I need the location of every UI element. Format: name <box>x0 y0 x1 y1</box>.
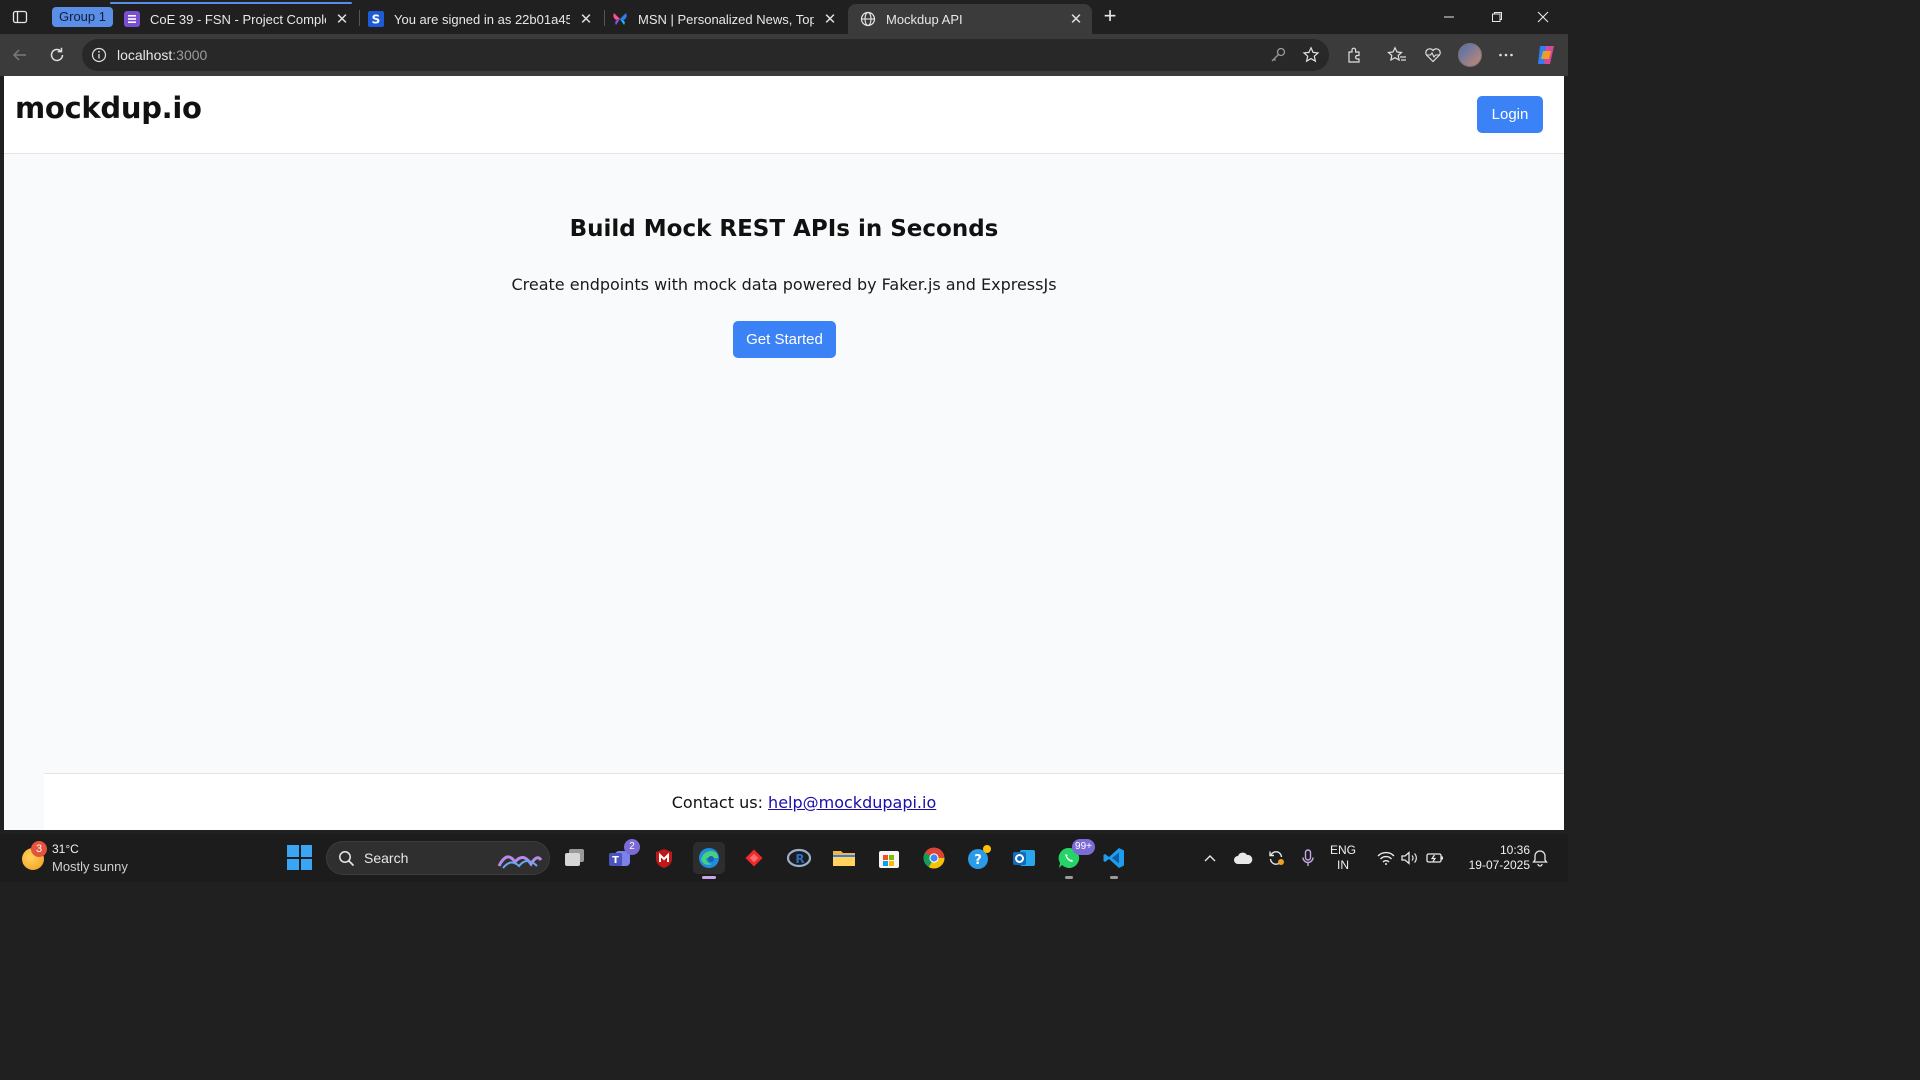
sync-icon[interactable] <box>1266 848 1286 868</box>
close-window-button[interactable] <box>1520 0 1566 34</box>
tab-msn[interactable]: MSN | Personalized News, Top Headlines ✕ <box>600 4 846 34</box>
battery-icon[interactable] <box>1425 848 1445 868</box>
tab-group-label[interactable]: Group 1 <box>52 7 113 27</box>
browser-essentials-icon[interactable] <box>1422 44 1444 66</box>
svg-text:T: T <box>612 855 619 866</box>
chrome-icon[interactable] <box>918 842 950 874</box>
running-indicator <box>1065 876 1073 879</box>
footer-contact-label: Contact us: <box>671 793 769 812</box>
back-button[interactable] <box>7 42 33 68</box>
favorites-icon[interactable] <box>1386 44 1408 66</box>
restore-button[interactable] <box>1474 0 1520 34</box>
extensions-icon[interactable] <box>1344 44 1366 66</box>
wifi-icon[interactable] <box>1376 848 1396 868</box>
minimize-button[interactable] <box>1426 0 1472 34</box>
close-tab-icon[interactable]: ✕ <box>576 9 596 29</box>
more-options-icon[interactable] <box>1495 44 1517 66</box>
running-indicator <box>1110 876 1118 879</box>
edge-browser-icon[interactable] <box>693 842 725 879</box>
tab-coe-project[interactable]: CoE 39 - FSN - Project Completion ✕ <box>112 4 358 34</box>
weather-widget[interactable]: 3 31°C Mostly sunny <box>20 841 150 877</box>
tab-mockdup-api[interactable]: Mockdup API ✕ <box>848 4 1092 34</box>
msn-butterfly-icon <box>612 11 628 27</box>
svg-text:S: S <box>372 13 381 27</box>
profile-avatar[interactable] <box>1458 43 1482 67</box>
tab-title: Mockdup API <box>886 11 963 27</box>
close-tab-icon[interactable]: ✕ <box>820 9 840 29</box>
weather-condition: Mostly sunny <box>52 859 128 874</box>
region-code: IN <box>1337 858 1349 872</box>
task-view-icon[interactable] <box>559 842 591 874</box>
running-indicator <box>702 876 716 879</box>
whatsapp-icon[interactable]: 99+ <box>1053 839 1095 879</box>
tab-actions-icon[interactable] <box>8 6 32 28</box>
close-tab-icon[interactable]: ✕ <box>1066 9 1086 29</box>
weather-badge: 3 <box>31 841 47 857</box>
outlook-icon[interactable] <box>1008 842 1040 874</box>
volume-icon[interactable] <box>1400 848 1420 868</box>
address-bar[interactable]: localhost:3000 <box>82 39 1329 71</box>
tab-title: MSN | Personalized News, Top Headlines <box>638 11 814 27</box>
password-key-icon[interactable] <box>1269 46 1287 64</box>
search-icon <box>339 851 355 867</box>
get-help-icon[interactable]: ? <box>963 842 995 874</box>
refresh-button[interactable] <box>44 42 70 68</box>
copilot-icon[interactable] <box>1534 43 1558 67</box>
teams-badge: 2 <box>624 839 640 855</box>
taskbar-search[interactable]: Search <box>326 841 550 875</box>
forms-icon <box>124 11 140 27</box>
hero-title: Build Mock REST APIs in Seconds <box>569 216 999 242</box>
clock-date: 19-07-2025 <box>1468 858 1530 872</box>
onedrive-cloud-icon[interactable] <box>1233 848 1253 868</box>
weather-temperature: 31°C <box>52 842 79 856</box>
page-viewport: mockdup.io Login Build Mock REST APIs in… <box>4 76 1564 830</box>
footer-email-link[interactable]: help@mockdupapi.io <box>768 793 936 812</box>
close-tab-icon[interactable]: ✕ <box>332 9 352 29</box>
clock-time: 10:36 <box>1499 843 1530 857</box>
s-logo-icon: S <box>368 11 384 27</box>
language-indicator[interactable]: ENG IN <box>1330 843 1356 873</box>
tab-title: You are signed in as 22b01a45d0 <box>394 11 570 27</box>
teams-icon[interactable]: T 2 <box>604 839 640 874</box>
mcafee-icon[interactable] <box>648 842 680 874</box>
anydesk-icon[interactable] <box>738 842 770 874</box>
login-button[interactable]: Login <box>1477 96 1543 133</box>
windows-start-icon[interactable] <box>287 845 312 870</box>
site-logo[interactable]: mockdup.io <box>15 91 202 125</box>
tab-signed-in[interactable]: S You are signed in as 22b01a45d0 ✕ <box>356 4 602 34</box>
rstudio-icon[interactable]: R <box>783 842 815 874</box>
hero-subtitle: Create endpoints with mock data powered … <box>511 275 1057 294</box>
system-clock[interactable]: 10:36 19-07-2025 <box>1450 843 1530 873</box>
address-url: localhost:3000 <box>117 47 208 63</box>
browser-tab-strip: Group 1 CoE 39 - FSN - Project Completio… <box>0 0 1568 34</box>
windows-taskbar: 3 31°C Mostly sunny Search T 2 R ? 99+ E… <box>0 834 1568 882</box>
svg-text:?: ? <box>974 853 982 868</box>
vscode-icon[interactable] <box>1098 842 1130 879</box>
search-label: Search <box>364 850 409 866</box>
whatsapp-badge: 99+ <box>1072 839 1095 855</box>
new-tab-button[interactable]: + <box>1098 5 1122 29</box>
language-code: ENG <box>1330 843 1357 857</box>
show-hidden-icons-icon[interactable] <box>1200 848 1220 868</box>
file-explorer-icon[interactable] <box>828 842 860 874</box>
globe-icon <box>860 11 876 27</box>
site-header: mockdup.io Login <box>4 76 1564 154</box>
get-started-button[interactable]: Get Started <box>733 321 836 358</box>
svg-text:R: R <box>795 852 804 866</box>
notifications-icon[interactable] <box>1530 848 1550 868</box>
search-highlight-icon <box>497 855 543 869</box>
site-info-icon[interactable] <box>91 47 107 63</box>
microsoft-store-icon[interactable] <box>873 842 905 874</box>
tab-title: CoE 39 - FSN - Project Completion <box>150 11 326 27</box>
site-footer: Contact us: help@mockdupapi.io <box>44 773 1564 830</box>
microphone-icon[interactable] <box>1298 848 1318 868</box>
favorite-star-icon[interactable] <box>1302 46 1320 64</box>
browser-toolbar: localhost:3000 <box>0 34 1568 76</box>
